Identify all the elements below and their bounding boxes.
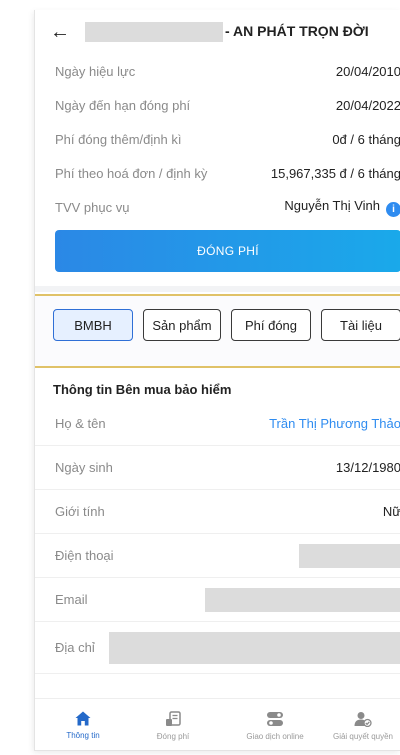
policy-row-label: TVV phục vụ [55,199,130,215]
policy-row-value: Nguyễn Thị Vinh i [284,198,400,217]
buyer-row-phone: Điện thoại [35,534,400,578]
buyer-row-label: Email [55,592,88,607]
bottom-navigation: Thông tin Đóng phí Giao dịch online Giải… [35,698,400,750]
buyer-row-birthdate: Ngày sinh 13/12/1980 [35,446,400,490]
buyer-name-value[interactable]: Trần Thị Phương Thảo [269,416,400,431]
nav-label: Giao dịch online [246,731,304,741]
policy-row-invoice-fee: Phí theo hoá đơn / định kỳ 15,967,335 đ … [35,158,400,188]
pay-premium-button[interactable]: ĐÓNG PHÍ [55,230,400,272]
advisor-name: Nguyễn Thị Vinh [284,197,380,213]
nav-item-payment[interactable]: Đóng phí [147,699,199,750]
tab-bar: BMBH Sản phẩm Phí đóng Tài liệu [53,309,400,341]
redacted-email [205,588,400,612]
policy-row-label: Ngày hiệu lực [55,63,136,79]
policy-row-value: 20/04/2022 [335,97,400,113]
policy-row-value: 15,967,335 đ / 6 tháng [270,165,400,181]
info-icon[interactable]: i [386,201,400,217]
nav-label: Giải quyết quyền [332,731,394,741]
policy-row-label: Ngày đến hạn đóng phí [55,97,191,113]
tab-fees[interactable]: Phí đóng [231,309,311,341]
policy-row-label: Phí đóng thêm/định kì [55,131,182,147]
policy-row-extra-fee: Phí đóng thêm/định kì 0đ / 6 tháng [35,124,400,154]
home-icon [75,711,91,726]
redacted-phone [299,544,400,568]
toggle-icon [267,711,283,726]
tab-bmbh[interactable]: BMBH [53,309,133,341]
nav-label: Đóng phí [156,731,190,741]
section-divider [35,286,400,292]
policy-row-due-date: Ngày đến hạn đóng phí 20/04/2022 [35,90,400,120]
app-screen: ← - AN PHÁT TRỌN ĐỜI Ngày hiệu lực 20/04… [34,10,400,751]
nav-label: Thông tin [66,731,100,740]
buyer-row-label: Điện thoại [55,548,114,563]
buyer-row-address: Địa chỉ [35,622,400,674]
nav-item-online-transactions[interactable]: Giao dịch online [231,699,319,750]
buyer-row-gender: Giới tính Nữ [35,490,400,534]
redacted-address [109,632,400,664]
buyer-birthdate-value: 13/12/1980 [335,460,400,475]
top-bar: ← - AN PHÁT TRỌN ĐỜI [35,10,400,54]
policy-row-value: 0đ / 6 tháng [332,131,400,147]
buyer-gender-value: Nữ [382,504,400,519]
nav-item-claims[interactable]: Giải quyết quyền [325,699,400,750]
back-arrow-icon[interactable]: ← [45,17,75,47]
buyer-row-label: Họ & tên [55,416,106,431]
buyer-row-name: Họ & tên Trần Thị Phương Thảo [35,402,400,446]
buyer-row-label: Ngày sinh [55,460,113,475]
redacted-policy-number [85,22,223,42]
buyer-row-label: Giới tính [55,504,105,519]
policy-row-value: 20/04/2010 [335,63,400,79]
user-check-icon [354,711,372,727]
policy-row-label: Phí theo hoá đơn / định kỳ [55,165,208,181]
page-title: - AN PHÁT TRỌN ĐỜI [225,23,369,39]
buyer-row-email: Email [35,578,400,622]
section-title: Thông tin Bên mua bảo hiểm [53,382,232,397]
nav-item-info[interactable]: Thông tin [57,699,109,750]
receipt-icon [166,710,181,726]
tab-product[interactable]: Sản phẩm [143,309,221,341]
policy-row-effective-date: Ngày hiệu lực 20/04/2010 [35,56,400,86]
tab-documents[interactable]: Tài liệu [321,309,400,341]
policy-row-advisor: TVV phục vụ Nguyễn Thị Vinh i [35,192,400,222]
buyer-row-label: Địa chỉ [55,640,95,655]
